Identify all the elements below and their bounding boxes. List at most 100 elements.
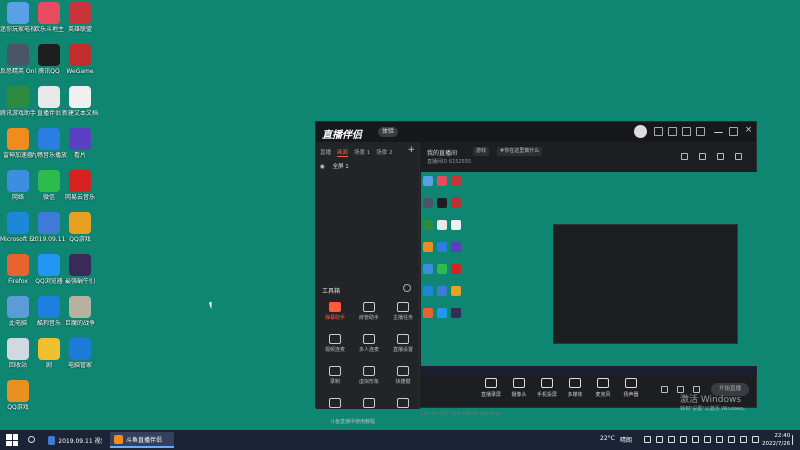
toolbox-item[interactable]: 多人连麦 xyxy=(354,334,384,353)
category-tag[interactable]: 游戏 xyxy=(473,147,490,156)
tray-app-icon[interactable] xyxy=(668,436,675,443)
control-icon xyxy=(513,378,525,388)
menu-icon[interactable] xyxy=(696,127,705,136)
info-icon[interactable] xyxy=(403,284,411,292)
app-logo: 直播伴侣 xyxy=(322,130,362,141)
minimize-icon[interactable] xyxy=(714,127,723,133)
settings-icon[interactable] xyxy=(654,127,663,136)
show-desktop-button[interactable] xyxy=(792,435,793,445)
windows-start-icon[interactable] xyxy=(6,434,18,446)
preview-desktop-icon xyxy=(451,308,461,318)
version-badge[interactable]: 体验 xyxy=(378,127,399,137)
desktop-icon-label: 网易云音乐 xyxy=(64,194,95,201)
taskbar-task-label: 斗鱼直播伴侣 xyxy=(126,436,163,444)
network-icon[interactable] xyxy=(644,436,651,443)
clock[interactable]: 22:40 2022/7/26 xyxy=(762,432,790,448)
scene-tab[interactable]: 场景 2 xyxy=(376,148,392,157)
taskbar-task[interactable]: 2019.09.11 视频... xyxy=(44,432,106,448)
preview-desktop-icon xyxy=(423,242,433,252)
volume-icon[interactable] xyxy=(740,436,747,443)
app-icon xyxy=(7,254,29,276)
camera-settings-icon[interactable] xyxy=(661,386,668,393)
chat-icon[interactable] xyxy=(699,153,706,160)
weather-temp[interactable]: 22°C xyxy=(600,435,615,442)
tool-icon xyxy=(329,302,341,312)
app-icon xyxy=(7,338,29,360)
preview-desktop-icon xyxy=(437,308,447,318)
share-icon[interactable] xyxy=(735,153,742,160)
app-icon xyxy=(69,296,91,318)
control-button[interactable]: 多媒体 xyxy=(561,378,589,398)
tutorial-link[interactable]: 斗鱼直播中使用教程 xyxy=(330,418,375,425)
app-icon xyxy=(38,44,60,66)
skin-icon[interactable] xyxy=(682,127,691,136)
box-icon[interactable] xyxy=(717,153,724,160)
room-title[interactable]: 我的直播间 xyxy=(427,148,457,157)
toolbox-item[interactable]: 快捷键 xyxy=(388,366,418,385)
scene-tab[interactable]: 场景 1 xyxy=(354,148,370,157)
stream-preview[interactable] xyxy=(421,172,757,374)
toolbox-item[interactable]: 视频连麦 xyxy=(320,334,350,353)
preview-desktop-icon xyxy=(437,220,447,230)
microphone-icon[interactable] xyxy=(716,436,723,443)
toolbox-item[interactable]: 弹幕助手 xyxy=(320,302,350,321)
maximize-icon[interactable] xyxy=(729,127,738,136)
app-icon xyxy=(69,170,91,192)
control-button[interactable]: 扬声器 xyxy=(617,378,645,398)
desktop-icon[interactable]: WeGame xyxy=(62,44,98,75)
control-label: 直播录屏 xyxy=(480,392,501,398)
scene-tab[interactable]: 画面 xyxy=(337,148,349,157)
tray-app-icon[interactable] xyxy=(680,436,687,443)
toolbox-item[interactable] xyxy=(354,398,384,410)
control-button[interactable]: 手机投屏 xyxy=(533,378,561,398)
search-icon[interactable] xyxy=(28,436,35,443)
activation-watermark: 激活 Windows 转到"设置"以激活 Windows。 xyxy=(680,392,749,412)
app-icon xyxy=(7,2,29,24)
toolbox-item[interactable]: 主播任务 xyxy=(388,302,418,321)
tool-icon xyxy=(397,302,409,312)
control-icon xyxy=(625,378,637,388)
control-button[interactable]: 直播录屏 xyxy=(477,378,505,398)
desktop-icon[interactable]: QQ游戏 xyxy=(0,380,36,411)
app-icon xyxy=(7,128,29,150)
taskbar-task[interactable]: 斗鱼直播伴侣 xyxy=(110,432,174,448)
tool-icon xyxy=(397,398,409,408)
desktop-icon[interactable]: 新建文本文档 xyxy=(62,86,98,117)
weather-desc[interactable]: 晴朗 xyxy=(620,435,632,444)
user-avatar[interactable] xyxy=(634,125,647,138)
toolbox-item[interactable]: 虚拟形象 xyxy=(354,366,384,385)
desktop-icon[interactable]: 电脑管家 xyxy=(62,338,98,369)
clock-time: 22:40 xyxy=(774,433,791,439)
add-scene-button[interactable]: + xyxy=(407,145,415,155)
ime-icon[interactable] xyxy=(752,436,759,443)
topic-tag[interactable]: #你在这里做什么 xyxy=(497,147,543,156)
toolbox-item[interactable]: 房管助手 xyxy=(354,302,384,321)
gift-icon[interactable] xyxy=(681,153,688,160)
main-area: 我的直播间 游戏 #你在这里做什么 直播间ID 6152555 开始直播 直播录… xyxy=(421,142,757,417)
source-item[interactable]: ◉ 全屏 1 xyxy=(320,162,349,170)
tray-app-icon[interactable] xyxy=(656,436,663,443)
close-icon[interactable]: × xyxy=(744,126,753,136)
eye-icon[interactable]: ◉ xyxy=(320,164,325,170)
desktop-icon[interactable]: 网易云音乐 xyxy=(62,170,98,201)
tray-app-icon[interactable] xyxy=(704,436,711,443)
preview-desktop-icon xyxy=(451,198,461,208)
tool-label: 录制 xyxy=(329,379,340,385)
control-button[interactable]: 摄像头 xyxy=(505,378,533,398)
desktop-icon[interactable]: 巨魔的战争 xyxy=(62,296,98,327)
desktop-icon[interactable]: 看片 xyxy=(62,128,98,159)
toolbox-item[interactable] xyxy=(388,398,418,410)
desktop-icon[interactable]: 最强蜗牛们 xyxy=(62,254,98,285)
tray-app-icon[interactable] xyxy=(692,436,699,443)
desktop-icon[interactable]: QQ游戏 xyxy=(62,212,98,243)
app-icon xyxy=(38,86,60,108)
message-icon[interactable] xyxy=(668,127,677,136)
desktop-icon[interactable]: 英雄联盟 xyxy=(62,2,98,33)
scene-tab[interactable]: 直播 xyxy=(320,148,331,157)
wifi-icon[interactable] xyxy=(728,436,735,443)
toolbox-item[interactable] xyxy=(320,398,350,410)
toolbox-item[interactable]: 直播设置 xyxy=(388,334,418,353)
tool-label: 快捷键 xyxy=(395,379,411,385)
toolbox-item[interactable]: 录制 xyxy=(320,366,350,385)
control-button[interactable]: 麦克风 xyxy=(589,378,617,398)
